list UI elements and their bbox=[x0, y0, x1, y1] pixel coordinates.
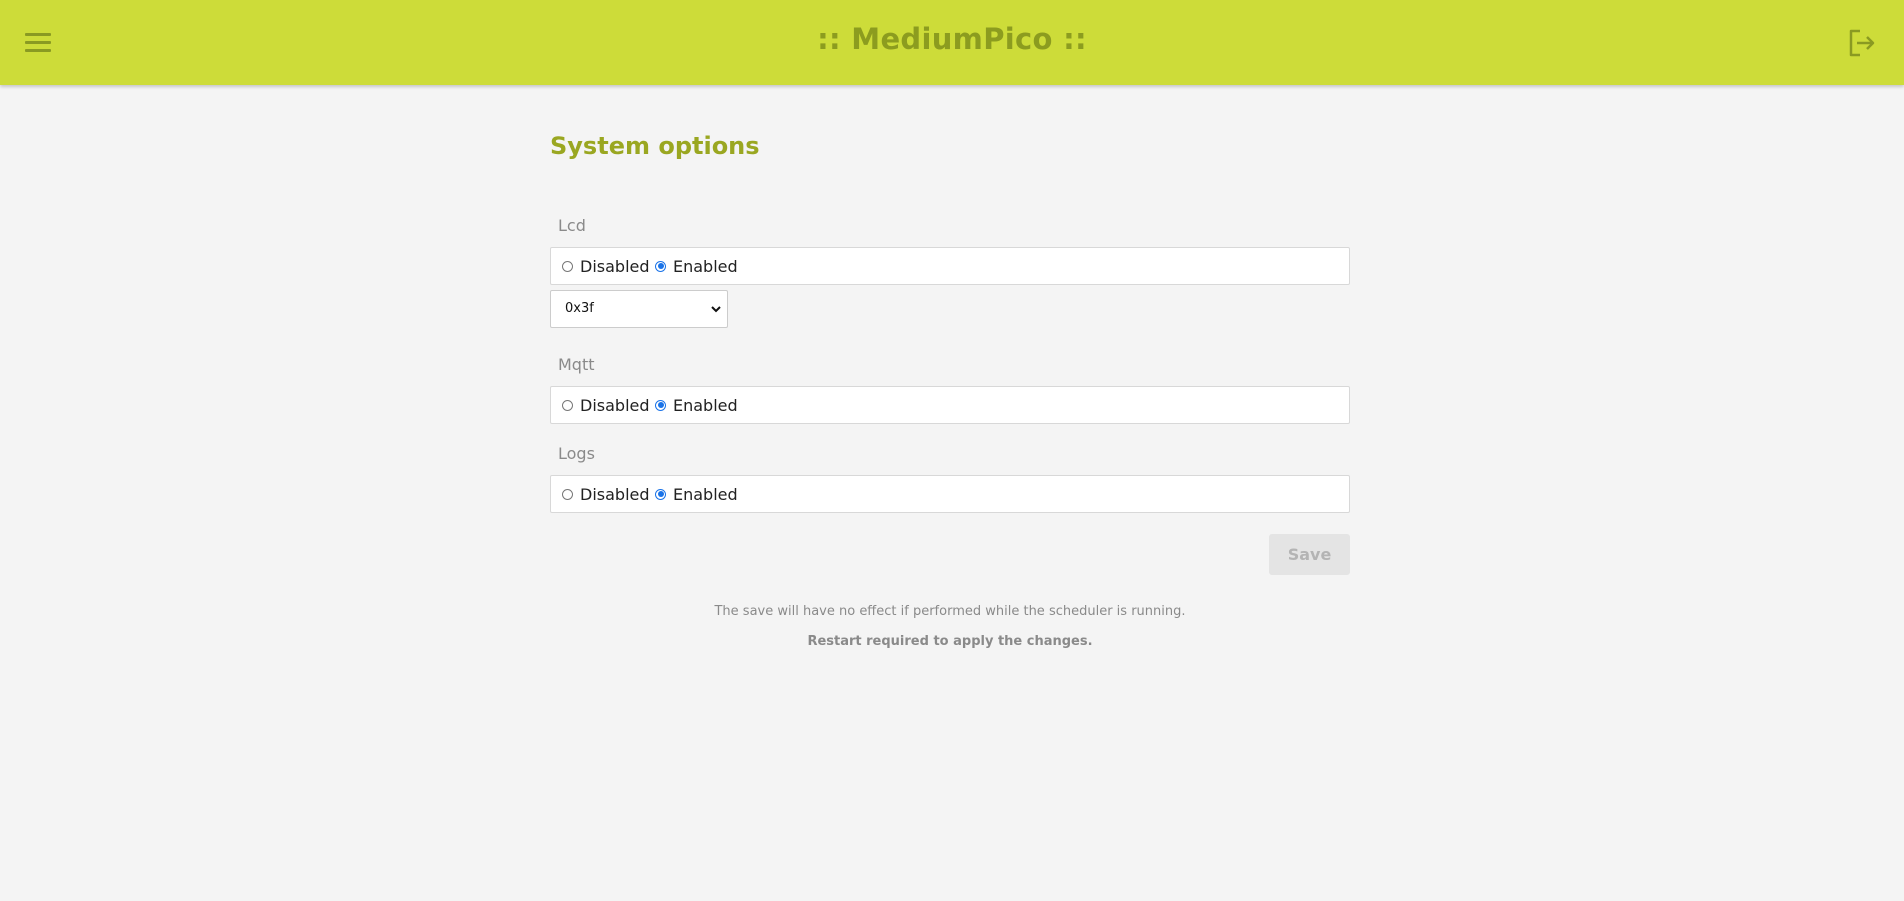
lcd-section-label: Lcd bbox=[558, 216, 586, 235]
logs-enabled-radio[interactable]: Enabled bbox=[655, 476, 738, 512]
logs-section-label: Logs bbox=[558, 444, 595, 463]
chevron-down-icon bbox=[711, 306, 721, 313]
mqtt-enabled-radio[interactable]: Enabled bbox=[655, 387, 738, 423]
radio-checked-icon bbox=[655, 260, 666, 272]
restart-notice: Restart required to apply the changes. bbox=[807, 634, 1093, 649]
logs-disabled-label: Disabled bbox=[580, 484, 650, 504]
mqtt-section-label: Mqtt bbox=[558, 355, 595, 374]
top-bar: :: MediumPico :: bbox=[0, 0, 1904, 85]
radio-checked-icon bbox=[655, 399, 666, 411]
lcd-disabled-label: Disabled bbox=[580, 256, 650, 276]
mqtt-disabled-radio[interactable]: Disabled bbox=[562, 387, 650, 423]
page-title: System options bbox=[550, 132, 760, 160]
app-title: :: MediumPico :: bbox=[817, 22, 1087, 56]
mqtt-radio-group: Disabled Enabled bbox=[550, 386, 1350, 424]
scheduler-warning-note: The save will have no effect if performe… bbox=[714, 604, 1186, 619]
logs-disabled-radio[interactable]: Disabled bbox=[562, 476, 650, 512]
radio-unchecked-icon bbox=[562, 260, 573, 272]
logs-enabled-label: Enabled bbox=[673, 484, 738, 504]
mqtt-disabled-label: Disabled bbox=[580, 395, 650, 415]
radio-unchecked-icon bbox=[562, 399, 573, 411]
radio-checked-icon bbox=[655, 488, 666, 500]
save-button[interactable]: Save bbox=[1269, 534, 1350, 575]
logs-radio-group: Disabled Enabled bbox=[550, 475, 1350, 513]
radio-unchecked-icon bbox=[562, 488, 573, 500]
lcd-disabled-radio[interactable]: Disabled bbox=[562, 248, 650, 284]
lcd-address-value: 0x3f bbox=[565, 301, 594, 316]
lcd-address-select[interactable]: 0x3f bbox=[550, 290, 728, 328]
mqtt-enabled-label: Enabled bbox=[673, 395, 738, 415]
logout-icon[interactable] bbox=[1846, 27, 1878, 59]
lcd-enabled-label: Enabled bbox=[673, 256, 738, 276]
lcd-radio-group: Disabled Enabled bbox=[550, 247, 1350, 285]
lcd-enabled-radio[interactable]: Enabled bbox=[655, 248, 738, 284]
